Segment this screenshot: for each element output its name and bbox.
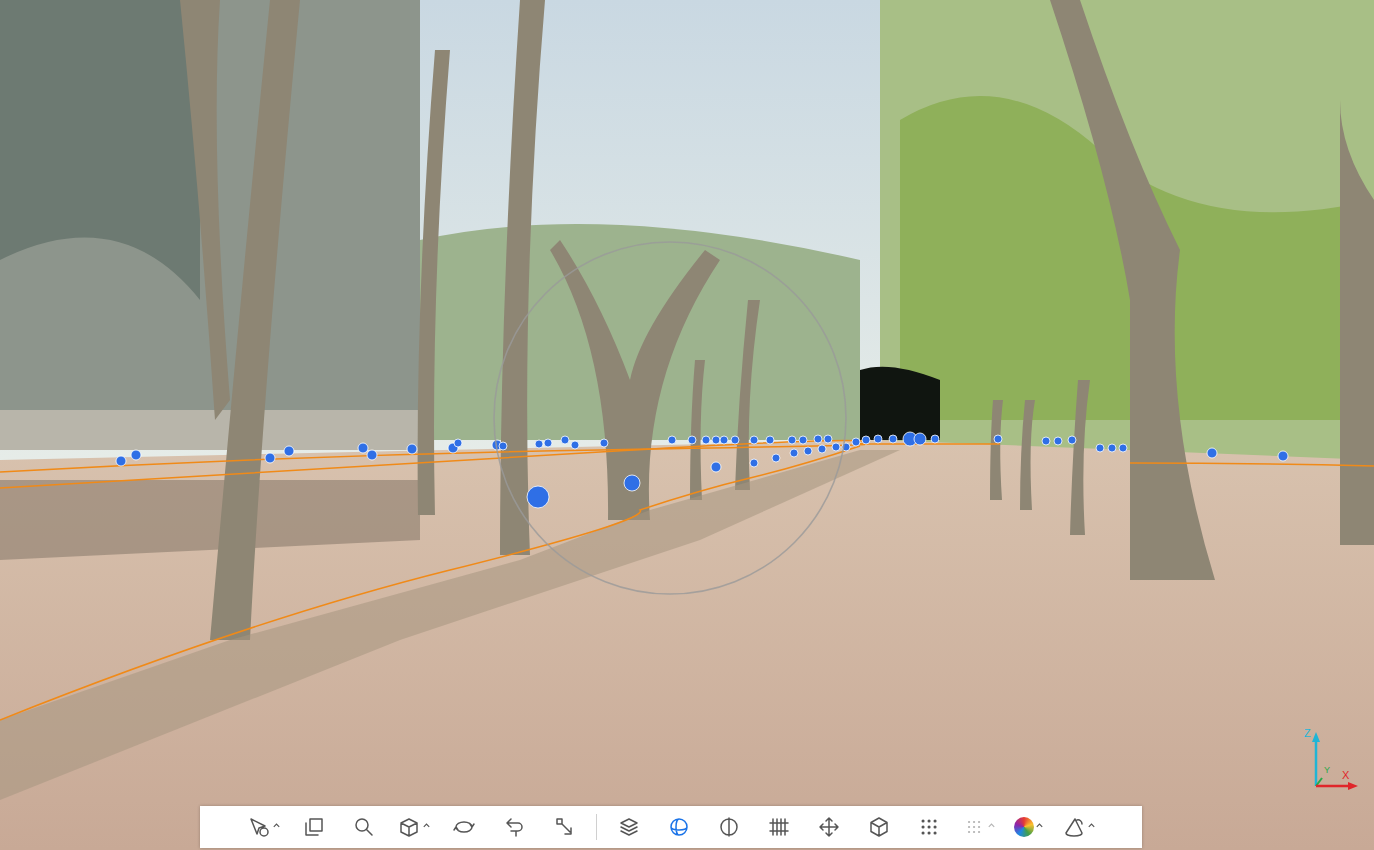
camera-marker[interactable] xyxy=(1119,444,1127,452)
toolbar-separator xyxy=(596,814,597,840)
camera-marker[interactable] xyxy=(544,439,552,447)
toolbar-button[interactable] xyxy=(540,809,588,845)
toolbar-button[interactable] xyxy=(1055,809,1103,845)
axis-label: Y xyxy=(1324,766,1330,775)
camera-marker[interactable] xyxy=(818,445,826,453)
camera-marker[interactable] xyxy=(720,436,728,444)
camera-marker[interactable] xyxy=(766,436,774,444)
camera-marker[interactable] xyxy=(1207,448,1217,458)
hexagon-icon xyxy=(867,815,891,839)
camera-marker[interactable] xyxy=(1068,436,1076,444)
camera-marker[interactable] xyxy=(407,444,417,454)
camera-marker[interactable] xyxy=(712,436,720,444)
camera-marker[interactable] xyxy=(874,435,882,443)
camera-marker[interactable] xyxy=(1054,437,1062,445)
camera-marker[interactable] xyxy=(788,436,796,444)
cube-icon xyxy=(397,815,421,839)
dots-icon xyxy=(917,815,941,839)
camera-marker[interactable] xyxy=(116,456,126,466)
toolbar-button[interactable] xyxy=(855,809,903,845)
camera-marker[interactable] xyxy=(711,462,721,472)
camera-marker[interactable] xyxy=(772,454,780,462)
camera-marker[interactable] xyxy=(367,450,377,460)
zoom-icon xyxy=(352,815,376,839)
small-dots-icon xyxy=(962,815,986,839)
camera-marker[interactable] xyxy=(799,436,807,444)
toolbar-button[interactable] xyxy=(955,809,1003,845)
axis-label: Z xyxy=(1304,728,1311,739)
toolbar-button[interactable] xyxy=(805,809,853,845)
split-icon xyxy=(717,815,741,839)
rotate-icon xyxy=(452,815,476,839)
toolbar xyxy=(200,806,1142,848)
toolbar-button[interactable] xyxy=(605,809,653,845)
grid-icon xyxy=(767,815,791,839)
caret-icon[interactable] xyxy=(1087,821,1096,830)
point-cloud-scene[interactable] xyxy=(0,0,1374,850)
toolbar-button[interactable] xyxy=(655,809,703,845)
camera-marker[interactable] xyxy=(284,446,294,456)
camera-marker[interactable] xyxy=(668,436,676,444)
orbit-gizmo[interactable] xyxy=(494,242,846,594)
camera-marker[interactable] xyxy=(832,443,840,451)
axis-label: X xyxy=(1342,770,1349,781)
caret-icon[interactable] xyxy=(987,821,996,830)
camera-marker[interactable] xyxy=(750,459,758,467)
camera-marker[interactable] xyxy=(889,435,897,443)
camera-marker[interactable] xyxy=(571,441,579,449)
toolbar-button[interactable] xyxy=(240,809,288,845)
camera-marker[interactable] xyxy=(1096,444,1104,452)
toolbar-button[interactable] xyxy=(1005,809,1053,845)
caret-icon[interactable] xyxy=(1035,821,1044,830)
camera-marker[interactable] xyxy=(688,436,696,444)
camera-marker[interactable] xyxy=(561,436,569,444)
camera-marker[interactable] xyxy=(931,435,939,443)
camera-marker[interactable] xyxy=(499,442,507,450)
camera-marker[interactable] xyxy=(862,436,870,444)
caret-icon[interactable] xyxy=(422,821,431,830)
color-wheel-icon xyxy=(1014,817,1034,837)
camera-marker[interactable] xyxy=(535,440,543,448)
toolbar-button[interactable] xyxy=(340,809,388,845)
toolbar-button[interactable] xyxy=(290,809,338,845)
camera-marker[interactable] xyxy=(750,436,758,444)
camera-marker[interactable] xyxy=(600,439,608,447)
toolbar-button[interactable] xyxy=(390,809,438,845)
camera-marker[interactable] xyxy=(1278,451,1288,461)
caret-icon[interactable] xyxy=(272,821,281,830)
camera-marker[interactable] xyxy=(454,439,462,447)
views-icon xyxy=(302,815,326,839)
select-icon xyxy=(247,815,271,839)
toolbar-button[interactable] xyxy=(905,809,953,845)
camera-marker[interactable] xyxy=(131,450,141,460)
layers-icon xyxy=(617,815,641,839)
camera-marker[interactable] xyxy=(731,436,739,444)
camera-marker[interactable] xyxy=(790,449,798,457)
orbit-icon xyxy=(667,815,691,839)
camera-marker[interactable] xyxy=(852,438,860,446)
pick-icon xyxy=(552,815,576,839)
move-icon xyxy=(817,815,841,839)
camera-marker[interactable] xyxy=(1108,444,1116,452)
point-cloud-viewer[interactable]: Z Y X xyxy=(0,0,1374,850)
camera-marker[interactable] xyxy=(624,475,640,491)
camera-marker[interactable] xyxy=(804,447,812,455)
camera-marker[interactable] xyxy=(358,443,368,453)
undo-icon xyxy=(502,815,526,839)
toolbar-button[interactable] xyxy=(705,809,753,845)
camera-marker[interactable] xyxy=(1042,437,1050,445)
camera-marker[interactable] xyxy=(914,433,926,445)
toolbar-button[interactable] xyxy=(755,809,803,845)
camera-marker[interactable] xyxy=(994,435,1002,443)
light-icon xyxy=(1062,815,1086,839)
toolbar-button[interactable] xyxy=(440,809,488,845)
axis-indicator: Z Y X xyxy=(1300,726,1364,800)
camera-marker[interactable] xyxy=(824,435,832,443)
camera-marker[interactable] xyxy=(265,453,275,463)
camera-marker[interactable] xyxy=(527,486,549,508)
toolbar-button[interactable] xyxy=(490,809,538,845)
camera-marker[interactable] xyxy=(702,436,710,444)
camera-marker[interactable] xyxy=(814,435,822,443)
